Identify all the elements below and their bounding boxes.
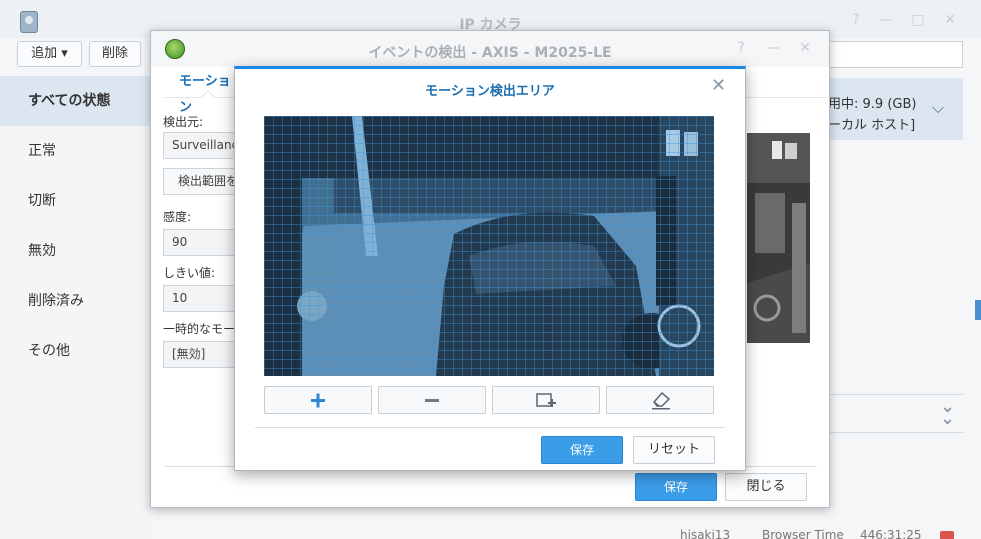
minimize-icon[interactable]: — <box>765 40 781 56</box>
minimize-icon[interactable]: — <box>878 12 894 28</box>
search-input[interactable] <box>820 41 963 68</box>
tab-motion[interactable]: モーション <box>165 69 237 115</box>
threshold-input[interactable]: 10 <box>163 285 237 312</box>
erase-area-button[interactable] <box>606 386 714 414</box>
sidebar-item-deleted[interactable]: 削除済み <box>0 276 150 326</box>
double-chevron-down-icon[interactable]: ⌄ ⌄ <box>940 398 955 428</box>
motion-dialog-title: モーション検出エリア <box>425 84 555 99</box>
delete-button[interactable]: 削除 <box>89 41 141 67</box>
temporary-motion-label: 一時的なモーション: <box>163 322 237 336</box>
source-label: 検出元: <box>163 115 204 129</box>
temporary-motion-select[interactable]: [無効] <box>163 341 237 368</box>
divider <box>255 427 725 428</box>
sidebar-item-normal[interactable]: 正常 <box>0 126 150 176</box>
sidebar-item-all-status[interactable]: すべての状態 <box>0 76 150 126</box>
camera-preview-thumbnail <box>747 133 810 343</box>
eraser-icon <box>652 391 671 410</box>
log-time-cell: 446:31:25 <box>860 528 922 539</box>
alert-badge <box>940 531 954 539</box>
sensitivity-label: 感度: <box>163 210 192 224</box>
sidebar-item-disconnected[interactable]: 切断 <box>0 176 150 226</box>
remove-area-button[interactable] <box>378 386 486 414</box>
edge-indicator <box>975 300 981 320</box>
set-detection-area-button[interactable]: 検出範囲を設定 <box>163 168 237 195</box>
close-icon[interactable]: ✕ <box>711 75 726 96</box>
sidebar-item-other[interactable]: その他 <box>0 326 150 376</box>
plus-icon <box>311 393 325 408</box>
log-browser-cell: Browser Time <box>762 528 844 539</box>
status-sidebar: すべての状態 正常 切断 無効 削除済み その他 <box>0 76 150 539</box>
chevron-down-icon[interactable]: ⌵ <box>932 98 944 118</box>
camera-info-panel[interactable]: 用中: 9.9 (GB) ーカル ホスト] ⌵ <box>818 78 963 140</box>
add-button[interactable]: 追加 ▾ <box>17 41 82 67</box>
add-region-icon <box>536 393 556 407</box>
minus-icon <box>425 399 439 402</box>
motion-save-button[interactable]: 保存 <box>541 436 623 464</box>
threshold-label: しきい値: <box>163 266 216 280</box>
event-dialog-titlebar: イベントの検出 - AXIS - M2025-LE ? — ✕ <box>151 31 829 67</box>
event-dialog-title: イベントの検出 - AXIS - M2025-LE <box>368 45 612 61</box>
divider <box>818 394 963 395</box>
help-icon[interactable]: ? <box>848 12 864 28</box>
close-icon[interactable]: ✕ <box>942 12 958 28</box>
motion-area-dialog: モーション検出エリア ✕ 保存 リセット <box>234 66 746 471</box>
add-area-button[interactable] <box>264 386 372 414</box>
save-button[interactable]: 保存 <box>635 473 717 501</box>
help-icon[interactable]: ? <box>733 40 749 56</box>
maximize-icon[interactable]: □ <box>910 12 926 28</box>
divider <box>818 432 963 433</box>
add-region-button[interactable] <box>492 386 600 414</box>
source-select[interactable]: Surveillance Station <box>163 132 237 159</box>
host-text: ーカル ホスト] <box>828 118 916 133</box>
close-icon[interactable]: ✕ <box>797 40 813 56</box>
close-button[interactable]: 閉じる <box>725 473 807 501</box>
sensitivity-input[interactable]: 90 <box>163 229 237 256</box>
storage-usage-text: 用中: 9.9 (GB) <box>828 97 917 112</box>
sidebar-item-disabled[interactable]: 無効 <box>0 226 150 276</box>
motion-detection-grid-view[interactable] <box>264 116 714 376</box>
motion-reset-button[interactable]: リセット <box>633 436 715 464</box>
log-user-cell: hisaki13 <box>680 528 731 539</box>
